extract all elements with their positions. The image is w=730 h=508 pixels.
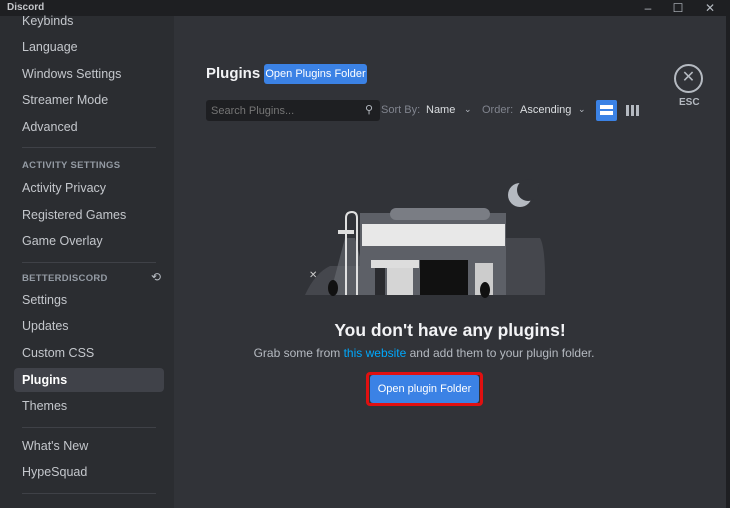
description-text: and add them to your plugin folder.: [406, 346, 595, 360]
empty-title: You don't have any plugins!: [334, 320, 566, 340]
sidebar-item-plugins[interactable]: Plugins: [14, 368, 164, 392]
search-input[interactable]: [206, 100, 380, 121]
svg-text:✕: ✕: [309, 270, 317, 281]
open-plugins-folder-button[interactable]: Open Plugins Folder: [264, 64, 367, 84]
sidebar-item-activity-privacy[interactable]: Activity Privacy: [14, 176, 164, 200]
sidebar-item-keybinds[interactable]: Keybinds: [14, 9, 164, 33]
sidebar-item-settings[interactable]: Settings: [14, 288, 164, 312]
open-plugin-folder-button[interactable]: Open plugin Folder: [370, 375, 479, 403]
divider: [22, 147, 156, 148]
minimize-button[interactable]: –: [634, 0, 662, 16]
sidebar-item-whats-new[interactable]: What's New: [14, 434, 164, 458]
sidebar-item-updates[interactable]: Updates: [14, 314, 164, 338]
website-link[interactable]: this website: [344, 346, 407, 360]
sidebar-item-game-overlay[interactable]: Game Overlay: [14, 229, 164, 253]
chevron-down-icon[interactable]: ⌄: [464, 104, 472, 115]
close-icon: ✕: [681, 69, 696, 86]
divider: [22, 493, 156, 494]
sidebar-item-windows-settings[interactable]: Windows Settings: [14, 62, 164, 86]
close-settings-button[interactable]: ✕: [674, 64, 703, 93]
order-select[interactable]: Ascending: [520, 104, 571, 116]
betterdiscord-header: BETTERDISCORD: [22, 273, 108, 284]
sort-by-label: Sort By:: [381, 104, 421, 116]
sidebar-item-custom-css[interactable]: Custom CSS: [14, 341, 164, 365]
divider: [22, 262, 156, 263]
esc-label: ESC: [679, 97, 700, 108]
divider: [22, 427, 156, 428]
close-window-button[interactable]: ✕: [696, 0, 724, 16]
settings-sidebar: Keybinds Language Windows Settings Strea…: [0, 14, 174, 508]
order-label: Order:: [482, 104, 514, 116]
sidebar-item-streamer-mode[interactable]: Streamer Mode: [14, 88, 164, 112]
empty-description: Grab some from this website and add them…: [174, 346, 674, 360]
chevron-down-icon[interactable]: ⌄: [578, 104, 586, 115]
empty-state-illustration: ✕: [305, 179, 546, 298]
sidebar-item-registered-games[interactable]: Registered Games: [14, 203, 164, 227]
grid-view-button[interactable]: [626, 105, 639, 116]
search-icon: ⚲: [365, 104, 374, 116]
maximize-button[interactable]: ☐: [664, 0, 692, 16]
page-title: Plugins: [206, 65, 261, 82]
sidebar-item-language[interactable]: Language: [14, 35, 164, 59]
description-text: Grab some from: [253, 346, 344, 360]
window-border: [726, 16, 730, 508]
history-icon[interactable]: ⟲: [151, 270, 161, 284]
list-view-button[interactable]: [596, 100, 617, 121]
activity-settings-header: ACTIVITY SETTINGS: [22, 160, 121, 171]
sort-by-select[interactable]: Name: [426, 104, 455, 116]
sidebar-item-hypesquad[interactable]: HypeSquad: [14, 460, 164, 484]
plugins-panel: Plugins Open Plugins Folder ✕ ESC ⚲ Sort…: [174, 16, 726, 508]
sidebar-item-advanced[interactable]: Advanced: [14, 115, 164, 139]
sidebar-item-themes[interactable]: Themes: [14, 394, 164, 418]
